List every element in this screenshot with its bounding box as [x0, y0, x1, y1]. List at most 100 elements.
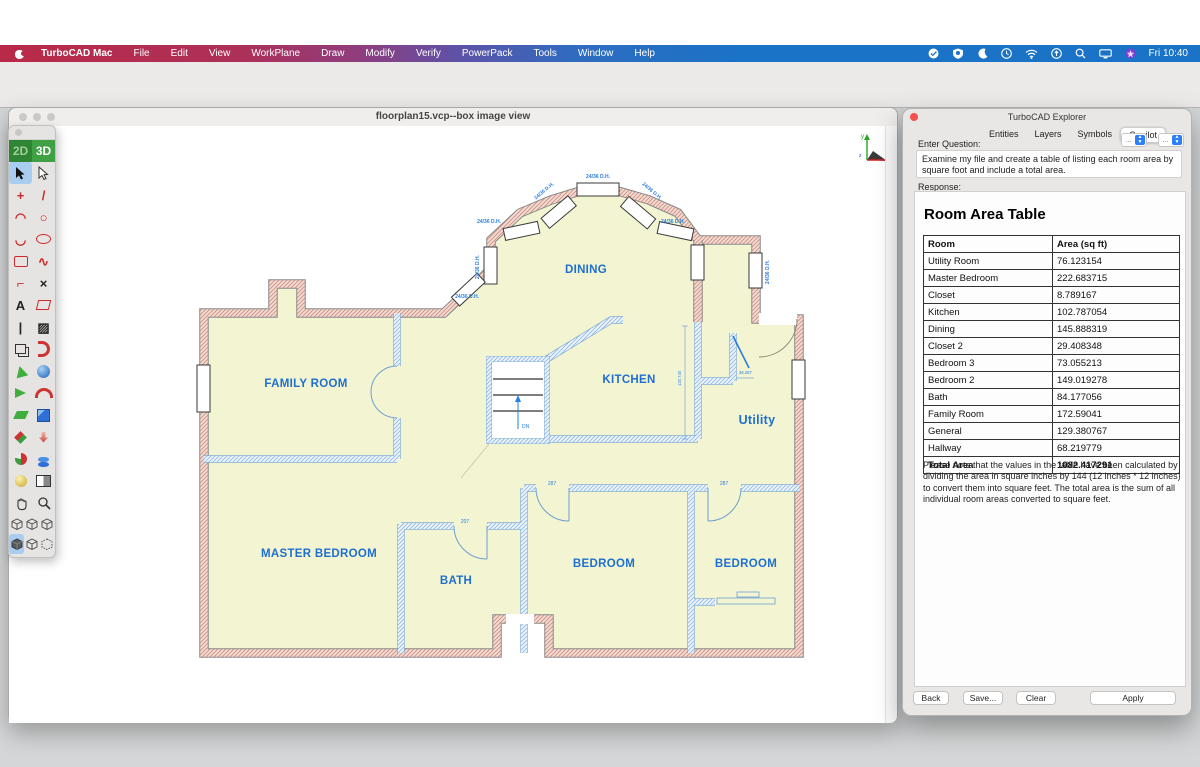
- moon-icon[interactable]: [977, 48, 988, 59]
- shield-icon[interactable]: [952, 48, 964, 59]
- clock-icon[interactable]: [1001, 48, 1012, 59]
- search-icon[interactable]: [1075, 48, 1086, 59]
- menu-help[interactable]: Help: [634, 48, 655, 59]
- svg-text:24/36 D.H.: 24/36 D.H.: [477, 219, 502, 225]
- table-row: Kitchen102.787054: [924, 304, 1180, 321]
- apply-button[interactable]: Apply: [1090, 691, 1176, 705]
- drawing-canvas[interactable]: DN: [9, 126, 887, 723]
- fillet-tool[interactable]: ⌐: [9, 272, 32, 294]
- menu-draw[interactable]: Draw: [321, 48, 344, 59]
- axis-indicator: y x z: [859, 134, 887, 163]
- revolve-tool[interactable]: [32, 382, 55, 404]
- zoom-tool[interactable]: [32, 492, 55, 514]
- box-tool[interactable]: [32, 404, 55, 426]
- desktop-top: [0, 0, 1200, 45]
- explorer-titlebar[interactable]: TurboCAD Explorer: [903, 109, 1191, 124]
- drawing-window-titlebar[interactable]: floorplan15.vcp--box image view: [9, 108, 897, 127]
- option-dropdown-2[interactable]: ...▲▼: [1158, 133, 1184, 147]
- response-area[interactable]: Room Area Table Room Area (sq ft) Utilit…: [914, 191, 1186, 687]
- table-row: Bedroom 373.055213: [924, 355, 1180, 372]
- tab-symbols[interactable]: Symbols: [1070, 127, 1121, 143]
- wire-cube-tool[interactable]: [24, 514, 39, 534]
- wifi-icon[interactable]: [1025, 49, 1038, 59]
- render-modes-tool[interactable]: [32, 470, 55, 492]
- dim-kitchen: 120.740: [677, 370, 682, 386]
- dining-label: DINING: [565, 264, 607, 276]
- polygon-tool[interactable]: [32, 294, 55, 316]
- menu-tools[interactable]: Tools: [533, 48, 556, 59]
- floorplan-drawing[interactable]: DN: [9, 126, 887, 723]
- update-icon[interactable]: [1051, 48, 1062, 59]
- menu-verify[interactable]: Verify: [416, 48, 441, 59]
- table-row: Family Room172.59041: [924, 406, 1180, 423]
- menu-window[interactable]: Window: [578, 48, 614, 59]
- tab-entities[interactable]: Entities: [981, 127, 1027, 143]
- apple-menu-icon[interactable]: [14, 48, 25, 59]
- text-tool[interactable]: A: [9, 294, 32, 316]
- segment-tool[interactable]: |: [9, 316, 32, 338]
- menu-modify[interactable]: Modify: [365, 48, 394, 59]
- bedroom-left-label: BEDROOM: [573, 558, 635, 570]
- mode-3d-button[interactable]: 3D: [32, 140, 55, 162]
- entry-door-opening: [506, 614, 534, 624]
- curve-tool[interactable]: ◡: [9, 228, 32, 250]
- menu-app-name[interactable]: TurboCAD Mac: [41, 48, 112, 59]
- ellipse-tool[interactable]: [32, 228, 55, 250]
- back-button[interactable]: Back: [913, 691, 949, 705]
- menu-powerpack[interactable]: PowerPack: [462, 48, 513, 59]
- press-pull-tool[interactable]: [32, 426, 55, 448]
- pan-tool[interactable]: [9, 492, 32, 514]
- arc-tool[interactable]: ◠: [9, 206, 32, 228]
- material-sphere-tool[interactable]: [9, 470, 32, 492]
- extrude-tool[interactable]: [9, 404, 32, 426]
- question-input[interactable]: Examine my file and create a table of li…: [916, 150, 1182, 178]
- sphere-tool[interactable]: [32, 360, 55, 382]
- menu-workplane[interactable]: WorkPlane: [251, 48, 300, 59]
- select-add-tool[interactable]: [32, 162, 55, 184]
- pyramid-tool[interactable]: [9, 360, 32, 382]
- circle-tool[interactable]: ○: [32, 206, 55, 228]
- family-room-label: FAMILY ROOM: [264, 378, 347, 390]
- tab-layers[interactable]: Layers: [1027, 127, 1070, 143]
- menu-file[interactable]: File: [133, 48, 149, 59]
- point-tool[interactable]: +: [9, 184, 32, 206]
- duplicate-tool[interactable]: [9, 338, 32, 360]
- menu-edit[interactable]: Edit: [171, 48, 188, 59]
- sweep-tool[interactable]: [9, 382, 32, 404]
- master-bedroom-label: MASTER BEDROOM: [261, 548, 377, 560]
- svg-text:24/36 D.H.: 24/36 D.H.: [455, 294, 480, 300]
- wireframe-cube-tool[interactable]: [24, 534, 39, 554]
- clear-button[interactable]: Clear: [1016, 691, 1056, 705]
- dimetric-cube-tool[interactable]: [40, 514, 55, 534]
- palette-titlebar[interactable]: [9, 126, 55, 140]
- trim-tool[interactable]: ×: [32, 272, 55, 294]
- line-tool[interactable]: /: [32, 184, 55, 206]
- svg-text:24/36 D.H.: 24/36 D.H.: [765, 259, 771, 284]
- select-tool[interactable]: [9, 162, 32, 184]
- mode-2d-button[interactable]: 2D: [9, 140, 32, 162]
- option-dropdown-1[interactable]: ...▲▼: [1121, 133, 1147, 147]
- cylinders-tool[interactable]: [32, 448, 55, 470]
- menu-view[interactable]: View: [209, 48, 231, 59]
- boolean-pie-tool[interactable]: [9, 448, 32, 470]
- canvas-scrollbar[interactable]: [885, 126, 897, 723]
- svg-text:24/36 D.H.: 24/36 D.H.: [586, 174, 611, 180]
- pin-icon[interactable]: [1125, 48, 1136, 59]
- rectangle-tool[interactable]: [9, 250, 32, 272]
- iso-cube-tool[interactable]: [9, 514, 24, 534]
- check-circle-icon[interactable]: [928, 48, 939, 59]
- spline-tool[interactable]: ∿: [32, 250, 55, 272]
- boolean-diamond-tool[interactable]: [9, 426, 32, 448]
- save-button[interactable]: Save...: [963, 691, 1003, 705]
- hidden-line-cube-tool[interactable]: [40, 534, 55, 554]
- menu-clock[interactable]: Fri 10:40: [1149, 48, 1188, 59]
- magnet-tool[interactable]: [32, 338, 55, 360]
- shaded-cube-tool[interactable]: [9, 534, 24, 554]
- utility-door-opening: [759, 313, 797, 325]
- menu-bar: TurboCAD Mac File Edit View WorkPlane Dr…: [0, 45, 1200, 62]
- svg-text:24/36 D.H.: 24/36 D.H.: [661, 219, 686, 225]
- hatch-tool[interactable]: ▨: [32, 316, 55, 338]
- display-icon[interactable]: [1099, 49, 1112, 59]
- palette-close-button[interactable]: [15, 129, 22, 136]
- kitchen-label: KITCHEN: [602, 374, 655, 386]
